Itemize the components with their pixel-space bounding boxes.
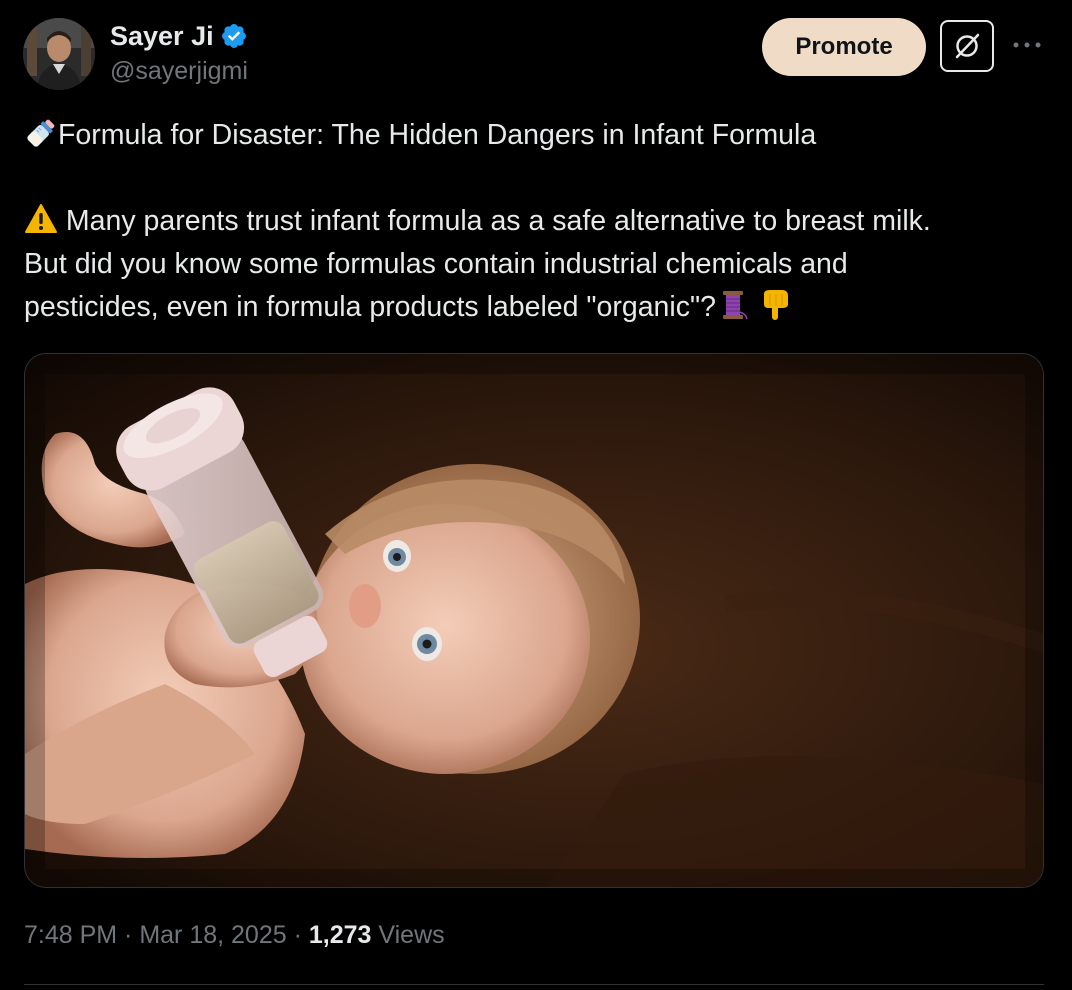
author-name[interactable]: Sayer Ji [110, 20, 248, 52]
tweet-time[interactable]: 7:48 PM [24, 921, 117, 949]
tweet-media-image[interactable] [24, 353, 1044, 888]
grok-icon[interactable] [940, 20, 994, 72]
tweet: Sayer Ji @sayerjigmi Promote Formula for… [0, 0, 1072, 990]
divider [24, 984, 1044, 985]
tweet-body-line-2: But did you know some formulas contain i… [24, 248, 848, 280]
verified-badge-icon[interactable] [220, 22, 248, 50]
views-label: Views [378, 921, 445, 949]
tweet-body-line-1-text: Many parents trust infant formula as a s… [65, 205, 931, 237]
tweet-headline-line: Formula for Disaster: The Hidden Dangers… [24, 114, 1054, 157]
avatar[interactable] [23, 18, 95, 90]
point-down-icon [758, 288, 792, 322]
baby-bottle-icon [24, 116, 58, 150]
warning-icon [24, 202, 58, 236]
promote-button[interactable]: Promote [762, 18, 926, 76]
tweet-meta: 7:48 PM · Mar 18, 2025 · 1,273 Views [24, 918, 445, 952]
tweet-body-line-1: Many parents trust infant formula as a s… [24, 200, 1054, 243]
tweet-body-line-3-text: pesticides, even in formula products lab… [24, 291, 716, 323]
meta-separator: · [117, 921, 140, 949]
author-name-text[interactable]: Sayer Ji [110, 20, 214, 52]
views-count: 1,273 [308, 921, 372, 949]
tweet-date[interactable]: Mar 18, 2025 [139, 921, 286, 949]
more-icon[interactable] [1008, 30, 1046, 60]
thread-icon [716, 288, 750, 322]
tweet-headline: Formula for Disaster: The Hidden Dangers… [58, 119, 817, 151]
author-handle[interactable]: @sayerjigmi [110, 56, 248, 86]
meta-separator: · [286, 921, 309, 949]
tweet-text: Formula for Disaster: The Hidden Dangers… [24, 114, 1054, 329]
tweet-body-line-3: pesticides, even in formula products lab… [24, 286, 1054, 329]
